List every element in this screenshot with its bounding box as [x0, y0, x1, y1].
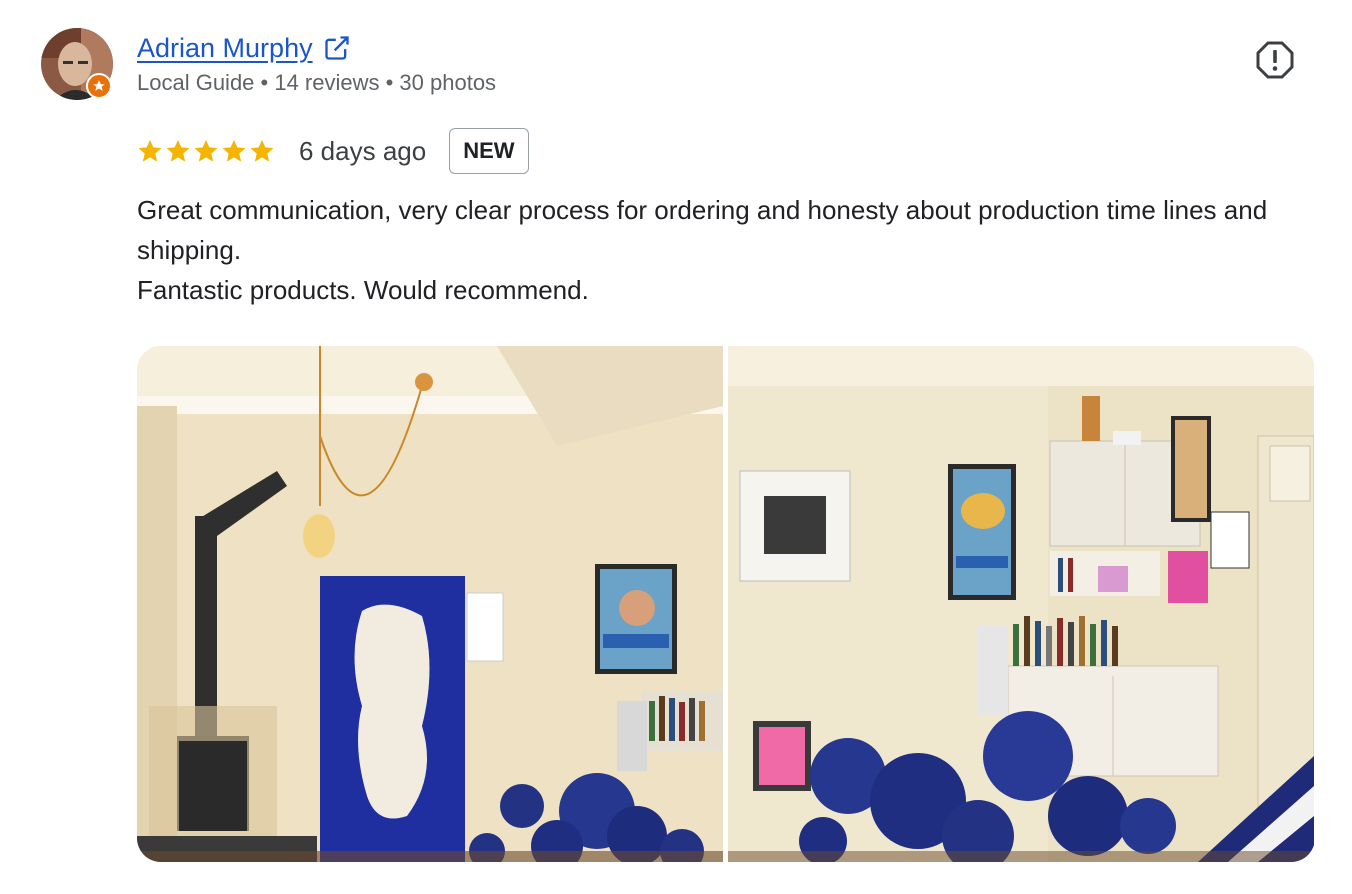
external-link-icon[interactable]: [323, 34, 351, 62]
star-rating: [137, 138, 275, 164]
star-icon: [166, 139, 190, 162]
review-text-line: Fantastic products. Would recommend.: [137, 275, 589, 305]
review-photo-1[interactable]: [137, 346, 723, 862]
author-avatar[interactable]: [41, 28, 113, 100]
review-date: 6 days ago: [299, 135, 427, 166]
author-name-link[interactable]: Adrian Murphy: [137, 33, 313, 64]
review-text: Great communication, very clear process …: [137, 190, 1297, 310]
author-meta: Local Guide • 14 reviews • 30 photos: [137, 70, 497, 95]
star-icon: [138, 139, 162, 162]
author-header: Adrian Murphy: [137, 30, 351, 66]
report-icon[interactable]: [1255, 40, 1295, 80]
star-icon: [250, 139, 274, 162]
review-text-line: Great communication, very clear process …: [137, 195, 1268, 265]
new-badge: NEW: [449, 128, 529, 174]
rating-row: 6 days ago NEW: [137, 126, 529, 176]
star-icon: [222, 139, 246, 162]
review-photos: [137, 346, 1315, 862]
review-photo-2[interactable]: [728, 346, 1314, 862]
star-icon: [194, 139, 218, 162]
local-guide-star-icon: [86, 73, 112, 99]
